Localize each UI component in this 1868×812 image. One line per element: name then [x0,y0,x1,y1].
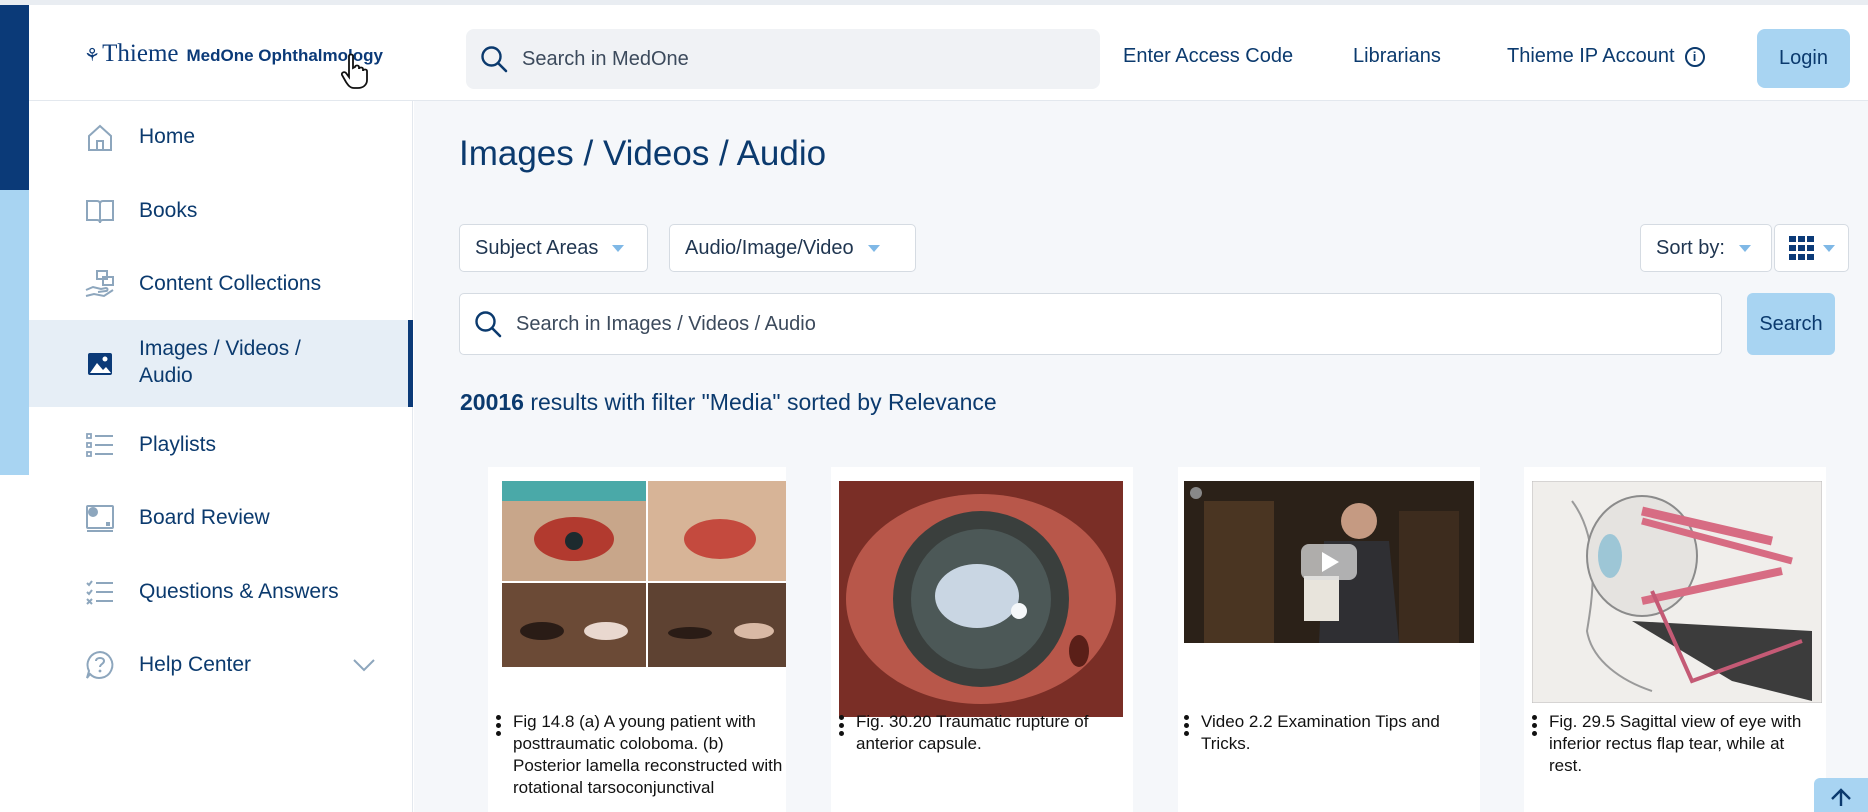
left-accent-bar [0,5,29,190]
results-count: 20016 [460,389,524,415]
media-thumbnail[interactable] [1532,481,1822,703]
subject-areas-dropdown[interactable]: Subject Areas [459,224,648,272]
enter-access-code-link[interactable]: Enter Access Code [1123,45,1293,68]
global-search[interactable] [466,29,1100,89]
search-icon [475,311,502,338]
search-icon [481,46,508,73]
caption-text: Fig 14.8 (a) A young patient with posttr… [513,712,783,797]
view-toggle[interactable] [1774,224,1849,272]
dropdown-label: Subject Areas [475,236,599,259]
sidebar-item-label: Questions & Answers [139,580,339,603]
home-icon [88,124,112,151]
caret-down-icon [1738,244,1751,252]
ip-account-label: Thieme IP Account [1507,45,1675,67]
thieme-tree-icon: ⚘ [84,45,101,65]
scroll-to-top-button[interactable] [1814,778,1868,812]
card-caption: Video 2.2 Examination Tips and Tricks. [1184,711,1474,755]
brand-logo: ⚘Thieme [84,40,179,67]
results-text: results with filter "Media" sorted by Re… [523,389,997,415]
playlist-icon [86,433,113,457]
media-thumbnail[interactable] [839,481,1123,717]
more-options-icon[interactable] [496,711,501,799]
librarians-link[interactable]: Librarians [1353,45,1441,68]
sidebar-item-label: Home [139,125,196,148]
media-search[interactable] [459,293,1722,355]
card-caption: Fig 14.8 (a) A young patient with posttr… [496,711,786,799]
sidebar-item-label: Content Collections [139,272,322,295]
media-search-input[interactable] [516,312,1666,336]
header: ⚘Thieme MedOne Ophthalmology Enter Acces… [29,5,1868,101]
caption-text: Fig. 30.20 Traumatic rupture of anterior… [856,712,1089,753]
media-card[interactable]: Video 2.2 Examination Tips and Tricks. [1178,467,1480,812]
chevron-down-icon[interactable] [351,652,377,678]
sidebar-item-content-collections[interactable]: Content Collections [29,247,413,320]
more-options-icon[interactable] [839,711,844,755]
help-icon [86,650,114,679]
left-accent-bar-light [0,190,29,475]
caret-down-icon [867,244,880,252]
dropdown-label: Sort by: [1656,236,1725,259]
book-icon [86,200,114,224]
image-icon [88,353,112,375]
search-button[interactable]: Search [1747,293,1835,355]
sidebar-item-help-center[interactable]: Help Center [29,628,413,701]
media-card[interactable]: Fig. 30.20 Traumatic rupture of anterior… [831,467,1133,812]
sidebar-item-label: Playlists [139,433,217,456]
logo[interactable]: ⚘Thieme MedOne Ophthalmology [84,40,383,68]
card-caption: Fig. 30.20 Traumatic rupture of anterior… [839,711,1129,755]
more-options-icon[interactable] [1532,711,1537,777]
results-summary: 20016 results with filter "Media" sorted… [460,389,997,416]
global-search-input[interactable] [522,47,1062,71]
board-review-icon [86,505,114,532]
caption-text: Fig. 29.5 Sagittal view of eye with infe… [1549,712,1802,775]
sidebar-item-label-line2: Audio [139,364,193,387]
media-thumbnail[interactable] [502,481,786,667]
more-options-icon[interactable] [1184,711,1189,755]
sidebar-item-images-videos-audio[interactable]: Images / Videos / Audio [29,320,413,407]
grid-icon [1788,236,1814,260]
dropdown-label: Audio/Image/Video [685,236,854,259]
collections-icon [85,270,114,298]
sidebar-item-questions-answers[interactable]: Questions & Answers [29,554,413,628]
caption-text: Video 2.2 Examination Tips and Tricks. [1201,712,1440,753]
video-thumbnail[interactable] [1184,481,1474,643]
sort-by-dropdown[interactable]: Sort by: [1640,224,1772,272]
media-card[interactable]: Fig. 29.5 Sagittal view of eye with infe… [1524,467,1826,812]
sidebar-item-home[interactable]: Home [29,101,413,173]
sidebar-item-label: Board Review [139,506,270,529]
sidebar-item-books[interactable]: Books [29,173,413,247]
questions-icon [86,580,113,605]
main-content: Images / Videos / Audio Subject Areas Au… [414,101,1868,812]
caret-down-icon [1822,244,1835,252]
sidebar-item-playlists[interactable]: Playlists [29,407,413,481]
caret-down-icon [612,244,625,252]
sidebar-item-label: Help Center [139,653,252,676]
media-type-dropdown[interactable]: Audio/Image/Video [669,224,916,272]
hand-cursor-icon [341,53,368,89]
ip-account-link[interactable]: Thieme IP Account i [1507,45,1705,68]
sidebar-item-board-review[interactable]: Board Review [29,481,413,554]
page-title: Images / Videos / Audio [459,134,827,173]
media-card[interactable]: Fig 14.8 (a) A young patient with posttr… [488,467,786,812]
sidebar: Home Books Content Collections Images / … [29,101,413,812]
arrow-up-icon [1831,788,1851,806]
info-icon[interactable]: i [1684,46,1705,67]
card-caption: Fig. 29.5 Sagittal view of eye with infe… [1532,711,1822,777]
login-button[interactable]: Login [1757,29,1850,88]
sidebar-item-label: Books [139,199,198,222]
